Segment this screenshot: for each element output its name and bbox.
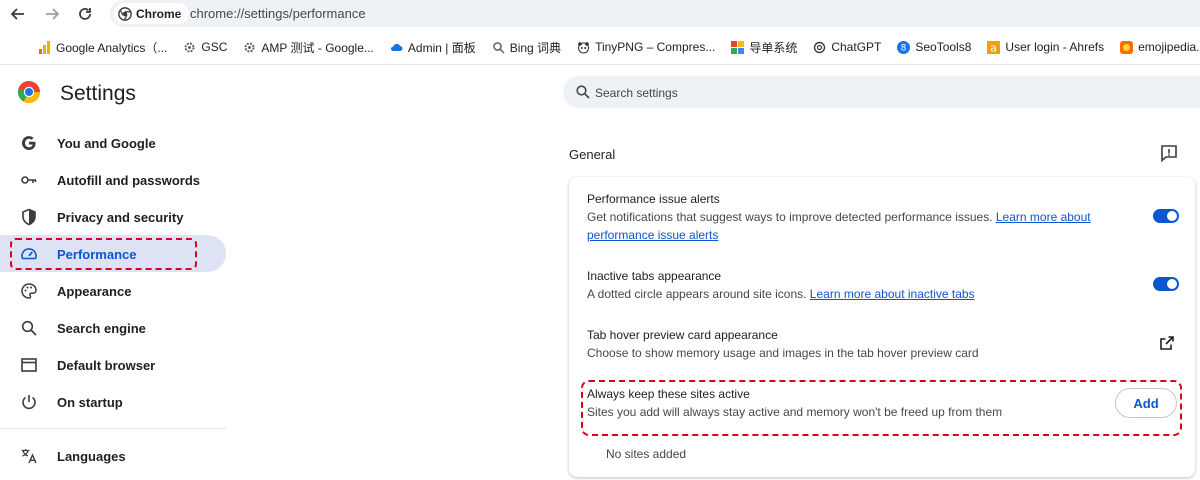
svg-text:a: a	[991, 41, 998, 54]
site-chip[interactable]: Chrome	[114, 3, 190, 24]
external-link-icon[interactable]	[1159, 335, 1175, 351]
openai-icon	[814, 41, 826, 53]
performance-highlight-annotation	[10, 238, 197, 270]
inactive-tabs-toggle[interactable]	[1153, 277, 1179, 291]
site-chip-label: Chrome	[136, 6, 182, 21]
panda-icon	[578, 41, 590, 53]
toolbar-divider	[0, 64, 1200, 65]
tab-hover-preview-description: Choose to show memory usage and images i…	[587, 346, 979, 360]
learn-more-inactive-tabs-link[interactable]: Learn more about inactive tabs	[810, 287, 975, 301]
grid-icon	[731, 40, 745, 54]
gear-icon	[244, 42, 255, 52]
bookmark-seotools8[interactable]: 8 SeoTools8	[897, 40, 971, 54]
sidebar-item-appearance[interactable]: Appearance	[0, 272, 228, 309]
search-icon	[21, 320, 37, 336]
inactive-tabs-description: A dotted circle appears around site icon…	[587, 287, 975, 301]
tab-hover-preview-title: Tab hover preview card appearance	[587, 328, 778, 342]
bookmark-order-system[interactable]: 导单系统	[731, 39, 797, 56]
toggle-knob	[1167, 279, 1177, 289]
emoji-icon	[1120, 40, 1134, 54]
url-text[interactable]: chrome://settings/performance	[190, 6, 366, 21]
active-sites-highlight-annotation	[581, 380, 1182, 436]
bookmark-tinypng[interactable]: TinyPNG – Compres...	[577, 40, 715, 54]
general-settings-card: Performance issue alerts Get notificatio…	[569, 177, 1195, 477]
performance-alerts-title: Performance issue alerts	[587, 192, 720, 206]
performance-alerts-description: Get notifications that suggest ways to i…	[587, 210, 1091, 242]
settings-sidebar: You and Google Autofill and passwords Pr…	[0, 124, 228, 474]
chrome-logo-icon	[17, 80, 40, 103]
bookmark-chatgpt[interactable]: ChatGPT	[813, 40, 881, 54]
search-icon	[492, 41, 505, 54]
chrome-logo-icon	[118, 6, 132, 21]
sidebar-item-search-engine[interactable]: Search engine	[0, 309, 228, 346]
bookmark-admin[interactable]: Admin | 面板	[390, 39, 476, 56]
svg-text:8: 8	[901, 43, 907, 53]
back-button[interactable]	[6, 2, 30, 26]
feedback-icon[interactable]	[1160, 144, 1178, 162]
browser-toolbar: Chrome chrome://settings/performance	[0, 0, 1200, 28]
bookmark-amp-test[interactable]: AMP 测试 - Google...	[243, 39, 374, 56]
power-icon	[22, 395, 36, 410]
sidebar-item-languages[interactable]: Languages	[0, 437, 228, 474]
performance-alerts-toggle[interactable]	[1153, 209, 1179, 223]
bookmark-bing[interactable]: Bing 词典	[492, 39, 561, 56]
arrow-left-icon	[10, 8, 24, 20]
no-sites-text: No sites added	[606, 447, 687, 461]
page-title: Settings	[60, 82, 136, 105]
bookmarks-bar: Google Analytics（... GSC AMP 测试 - Google…	[0, 34, 1200, 60]
bookmark-google-analytics[interactable]: Google Analytics（...	[38, 39, 167, 56]
palette-icon	[21, 283, 37, 299]
sidebar-item-privacy[interactable]: Privacy and security	[0, 198, 228, 235]
section-title-general: General	[569, 147, 616, 162]
bookmark-gsc[interactable]: GSC	[183, 40, 227, 54]
sidebar-item-on-startup[interactable]: On startup	[0, 383, 228, 420]
reload-button[interactable]	[73, 2, 97, 26]
sidebar-item-you-and-google[interactable]: You and Google	[0, 124, 228, 161]
browser-window-icon	[21, 358, 37, 372]
reload-icon	[79, 8, 91, 20]
sidebar-item-default-browser[interactable]: Default browser	[0, 346, 228, 383]
gear-icon	[184, 42, 195, 52]
sidebar-item-autofill[interactable]: Autofill and passwords	[0, 161, 228, 198]
settings-brand: Settings	[17, 80, 136, 105]
key-icon	[21, 176, 37, 184]
bookmark-emojipedia[interactable]: emojipedia.org/sea	[1120, 40, 1200, 54]
sidebar-divider	[0, 428, 226, 429]
a-badge-icon: a	[987, 40, 1001, 54]
inactive-tabs-title: Inactive tabs appearance	[587, 269, 722, 283]
translate-icon	[21, 449, 37, 464]
toggle-knob	[1167, 211, 1177, 221]
s-badge-icon: 8	[897, 40, 911, 54]
search-icon	[576, 85, 590, 99]
address-bar[interactable]: Chrome chrome://settings/performance	[110, 0, 1200, 27]
analytics-icon	[39, 40, 50, 54]
cloud-icon	[390, 43, 403, 51]
search-input[interactable]: Search settings	[595, 86, 678, 100]
shield-icon	[22, 208, 36, 226]
arrow-right-icon	[46, 8, 60, 20]
search-settings-field[interactable]: Search settings	[563, 76, 1200, 108]
forward-button[interactable]	[40, 2, 64, 26]
bookmark-ahrefs[interactable]: a User login - Ahrefs	[987, 40, 1104, 54]
google-g-icon	[21, 136, 36, 151]
